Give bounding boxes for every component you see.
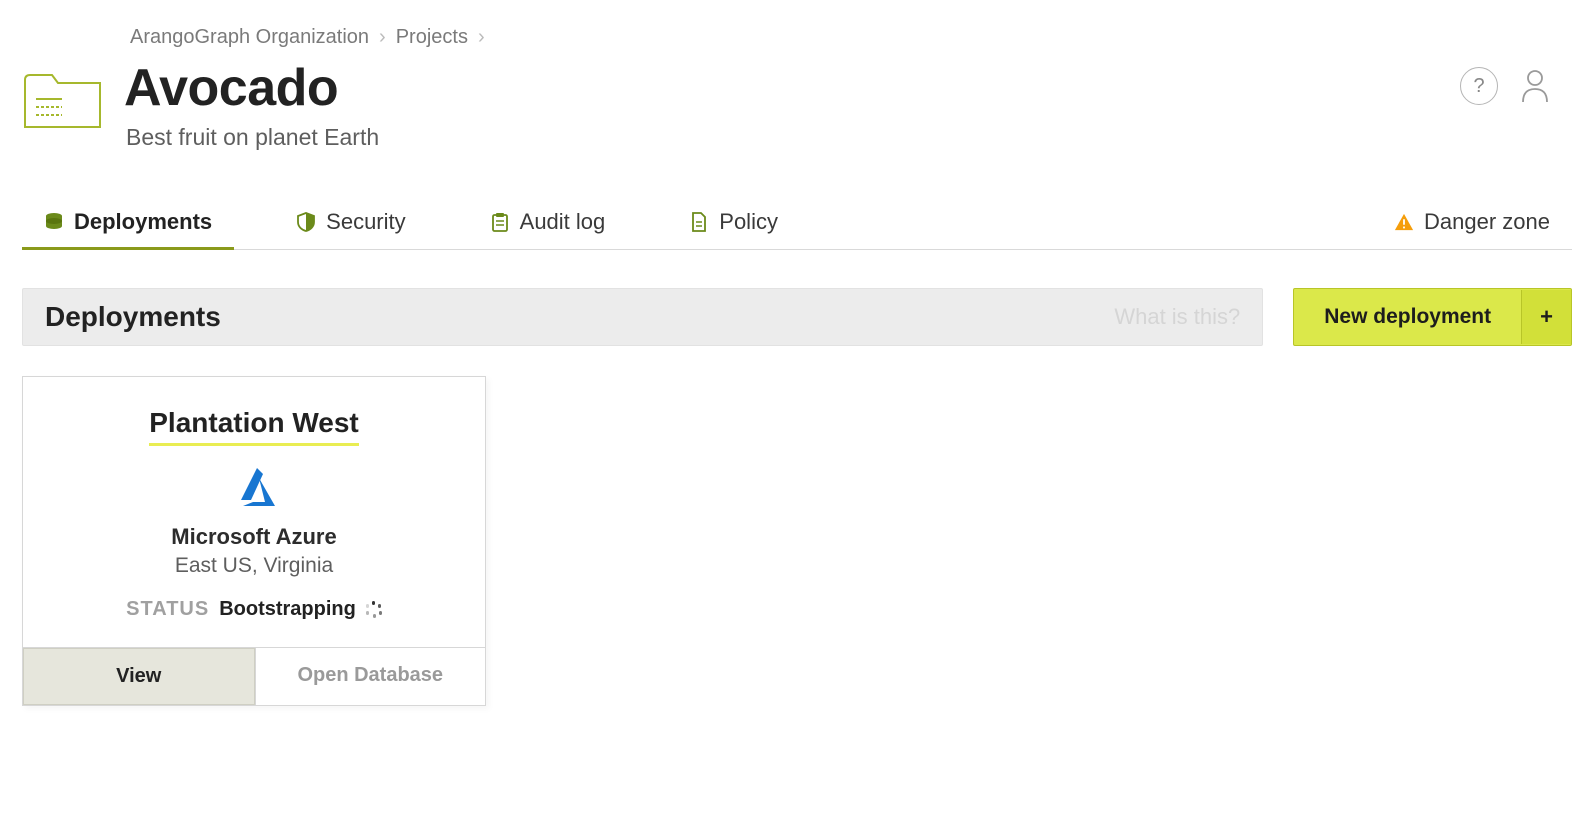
- tab-danger-label: Danger zone: [1424, 209, 1550, 235]
- loading-icon: [366, 601, 382, 617]
- warning-icon: [1394, 212, 1414, 232]
- azure-icon: [229, 464, 279, 510]
- tab-security-label: Security: [326, 209, 405, 235]
- document-icon: [689, 212, 709, 232]
- question-icon: ?: [1473, 75, 1484, 98]
- breadcrumb: ArangoGraph Organization › Projects ›: [130, 26, 1572, 49]
- plus-icon: +: [1521, 290, 1571, 344]
- page-subtitle: Best fruit on planet Earth: [126, 124, 1440, 151]
- tab-deployments[interactable]: Deployments: [22, 199, 234, 249]
- hint-link[interactable]: What is this?: [1114, 304, 1240, 330]
- shield-icon: [296, 212, 316, 232]
- database-icon: [44, 212, 64, 232]
- tab-deployments-label: Deployments: [74, 209, 212, 235]
- tabs: Deployments Security Audit log Policy Da…: [22, 199, 1572, 250]
- view-button[interactable]: View: [23, 648, 255, 705]
- tab-audit-log[interactable]: Audit log: [468, 199, 628, 249]
- page-title: Avocado: [124, 61, 1440, 116]
- deployment-card: Plantation West Microsoft Azure East US,…: [22, 376, 486, 706]
- new-deployment-button[interactable]: New deployment +: [1293, 288, 1572, 346]
- user-icon: [1520, 69, 1550, 103]
- open-database-button[interactable]: Open Database: [255, 648, 486, 705]
- help-button[interactable]: ?: [1460, 67, 1498, 105]
- tab-policy[interactable]: Policy: [667, 199, 800, 249]
- tab-audit-label: Audit log: [520, 209, 606, 235]
- cloud-region: East US, Virginia: [175, 554, 333, 578]
- new-deployment-label: New deployment: [1294, 291, 1521, 343]
- tab-danger-zone[interactable]: Danger zone: [1372, 199, 1572, 249]
- chevron-right-icon: ›: [379, 26, 386, 49]
- chevron-right-icon: ›: [478, 26, 485, 49]
- breadcrumb-projects[interactable]: Projects: [396, 26, 468, 49]
- user-button[interactable]: [1516, 67, 1554, 105]
- folder-icon: [22, 71, 104, 133]
- breadcrumb-org[interactable]: ArangoGraph Organization: [130, 26, 369, 49]
- tab-policy-label: Policy: [719, 209, 778, 235]
- status-label: STATUS: [126, 598, 209, 621]
- cloud-provider: Microsoft Azure: [171, 524, 336, 550]
- section-title: Deployments: [45, 301, 221, 333]
- tab-security[interactable]: Security: [274, 199, 427, 249]
- deployment-name-link[interactable]: Plantation West: [149, 407, 359, 446]
- section-header: Deployments What is this?: [22, 288, 1263, 346]
- clipboard-icon: [490, 212, 510, 232]
- status-value: Bootstrapping: [219, 598, 356, 621]
